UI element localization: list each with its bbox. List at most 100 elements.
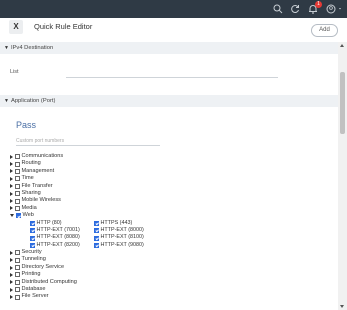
- port-label: HTTP (80): [36, 219, 62, 226]
- page-title: Quick Rule Editor: [34, 22, 93, 31]
- caret-right-icon[interactable]: [10, 206, 13, 211]
- category-checkbox[interactable]: [15, 205, 20, 211]
- tree-item[interactable]: Media: [10, 205, 330, 212]
- category-checkbox[interactable]: [15, 279, 20, 285]
- category-label: Communications: [21, 153, 64, 159]
- tree-item[interactable]: Tunneling: [10, 256, 330, 263]
- tree-item[interactable]: Directory Service: [10, 264, 330, 271]
- ipv4-section-header[interactable]: ▼ IPv4 Destination: [0, 42, 338, 54]
- caret-right-icon[interactable]: [10, 154, 13, 159]
- caret-right-icon[interactable]: [10, 258, 13, 263]
- web-port-option[interactable]: HTTP (80): [30, 220, 94, 227]
- scrollbar[interactable]: [338, 42, 347, 310]
- port-checkbox[interactable]: [30, 220, 35, 226]
- tree-item[interactable]: File Server: [10, 293, 330, 300]
- tree-item[interactable]: Mobile Wireless: [10, 197, 330, 204]
- list-input[interactable]: [66, 77, 278, 78]
- tree-item[interactable]: File Transfer: [10, 183, 330, 190]
- ipv4-section-label: IPv4 Destination: [10, 45, 54, 51]
- scroll-up-icon[interactable]: [340, 44, 344, 47]
- application-section-header[interactable]: ▼ Application (Port): [0, 95, 338, 107]
- category-checkbox[interactable]: [15, 198, 20, 204]
- category-checkbox[interactable]: [15, 176, 20, 182]
- category-checkbox[interactable]: [15, 183, 20, 189]
- port-checkbox[interactable]: [30, 242, 35, 248]
- category-label: Tunneling: [21, 256, 46, 263]
- add-button[interactable]: Add: [311, 24, 338, 37]
- port-checkbox[interactable]: [94, 228, 99, 234]
- search-icon[interactable]: [272, 3, 284, 15]
- category-checkbox[interactable]: [15, 191, 20, 197]
- user-icon[interactable]: [325, 3, 343, 15]
- category-checkbox[interactable]: [15, 287, 20, 293]
- close-button[interactable]: X: [9, 20, 23, 34]
- port-label: HTTP-EXT (9080): [100, 241, 144, 248]
- category-label: Security: [21, 249, 42, 256]
- caret-right-icon[interactable]: [10, 199, 13, 204]
- tree-item[interactable]: Web: [10, 212, 330, 219]
- refresh-icon[interactable]: [289, 3, 301, 15]
- caret-right-icon[interactable]: [10, 272, 13, 277]
- chevron-down-icon: ▼: [4, 45, 9, 51]
- category-label: Distributed Computing: [21, 278, 77, 285]
- port-checkbox[interactable]: [94, 242, 99, 248]
- category-checkbox[interactable]: [15, 161, 20, 167]
- caret-right-icon[interactable]: [10, 184, 13, 189]
- category-label: File Transfer: [21, 182, 53, 189]
- port-checkbox[interactable]: [30, 235, 35, 241]
- category-checkbox[interactable]: [15, 294, 20, 300]
- tree-item[interactable]: Management: [10, 168, 330, 175]
- category-checkbox[interactable]: [15, 250, 20, 256]
- caret-right-icon[interactable]: [10, 280, 13, 285]
- port-label: HTTP-EXT (7001): [36, 226, 80, 233]
- application-section-label: Application (Port): [10, 98, 56, 104]
- port-checkbox[interactable]: [94, 235, 99, 241]
- tree-item[interactable]: Database: [10, 286, 330, 293]
- tree-item[interactable]: Communications: [10, 153, 330, 160]
- category-label: Printing: [21, 271, 41, 278]
- category-checkbox[interactable]: [15, 265, 20, 271]
- category-checkbox[interactable]: [15, 257, 20, 263]
- scroll-down-icon[interactable]: [340, 305, 344, 308]
- scrollbar-thumb[interactable]: [340, 72, 345, 134]
- caret-right-icon[interactable]: [10, 162, 13, 167]
- port-checkbox[interactable]: [30, 228, 35, 234]
- tree-item[interactable]: Sharing: [10, 190, 330, 197]
- web-port-option[interactable]: HTTP-EXT (9080): [94, 242, 158, 249]
- web-port-option[interactable]: HTTP-EXT (8080): [30, 234, 94, 241]
- port-label: HTTP-EXT (8080): [36, 234, 80, 241]
- category-checkbox[interactable]: [15, 154, 20, 160]
- category-checkbox[interactable]: [15, 272, 20, 278]
- custom-port-input[interactable]: [16, 136, 160, 146]
- category-checkbox[interactable]: [16, 213, 21, 219]
- tree-item[interactable]: Time: [10, 175, 330, 182]
- web-port-grid: HTTP (80) HTTPS (443) HTTP-EXT (7001) HTTP-…: [30, 220, 330, 250]
- category-checkbox[interactable]: [15, 168, 20, 174]
- web-port-row: HTTP-EXT (7001) HTTP-EXT (8000): [30, 227, 330, 234]
- notification-badge: 1: [315, 1, 322, 8]
- tree-item[interactable]: Routing: [10, 160, 330, 167]
- caret-right-icon[interactable]: [10, 176, 13, 181]
- tree-item[interactable]: Security: [10, 249, 330, 256]
- bell-icon[interactable]: 1: [307, 1, 322, 15]
- caret-right-icon[interactable]: [10, 265, 13, 270]
- caret-right-icon[interactable]: [10, 287, 13, 292]
- tree-item[interactable]: Printing: [10, 271, 330, 278]
- port-checkbox[interactable]: [94, 220, 99, 226]
- port-label: HTTPS (443): [100, 219, 133, 226]
- caret-right-icon[interactable]: [10, 169, 13, 174]
- web-port-option[interactable]: HTTPS (443): [94, 220, 158, 227]
- web-port-option[interactable]: HTTP-EXT (8200): [30, 242, 94, 249]
- web-port-option[interactable]: HTTP-EXT (8000): [94, 227, 158, 234]
- category-label: File Server: [21, 293, 49, 300]
- web-port-row: HTTP-EXT (8200) HTTP-EXT (9080): [30, 242, 330, 249]
- caret-right-icon[interactable]: [10, 191, 13, 196]
- tree-item[interactable]: Distributed Computing: [10, 279, 330, 286]
- web-port-option[interactable]: HTTP-EXT (7001): [30, 227, 94, 234]
- caret-down-icon[interactable]: [10, 214, 14, 218]
- caret-right-icon[interactable]: [10, 250, 13, 255]
- web-port-option[interactable]: HTTP-EXT (8100): [94, 234, 158, 241]
- list-label: List: [10, 69, 19, 75]
- chevron-down-icon: ▼: [4, 98, 9, 104]
- caret-right-icon[interactable]: [10, 295, 13, 300]
